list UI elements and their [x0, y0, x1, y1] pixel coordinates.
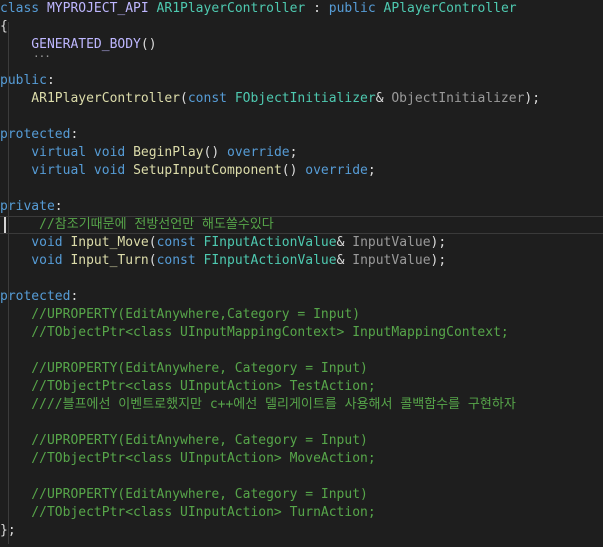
code-line[interactable]: virtual void SetupInputComponent() overr…	[0, 162, 603, 180]
code-token: Input_Turn	[70, 253, 149, 268]
code-token: );	[430, 235, 447, 250]
code-line[interactable]: //TObjectPtr<class UInputAction> MoveAct…	[0, 450, 603, 468]
code-token: protected	[0, 289, 71, 304]
code-token: (	[148, 235, 157, 250]
code-token: public	[0, 73, 47, 88]
code-token: (	[180, 91, 188, 106]
code-token: //TObjectPtr<class UInputAction> MoveAct…	[0, 451, 376, 466]
code-token: ObjectInitializer	[391, 91, 525, 106]
code-token: virtual void	[0, 145, 134, 160]
code-line[interactable]: ////블프에선 이벤트로했지만 c++에선 델리게이트를 사용해서 콜백함수를…	[0, 396, 603, 414]
code-token: );	[430, 253, 447, 268]
code-line[interactable]: protected:	[0, 288, 603, 306]
code-token: :	[70, 289, 79, 304]
code-token: class	[0, 1, 47, 16]
code-token: override	[227, 145, 290, 160]
code-line[interactable]	[0, 180, 603, 198]
code-token: private	[0, 199, 55, 214]
code-line[interactable]: protected:	[0, 126, 603, 144]
code-token: virtual void	[0, 163, 134, 178]
code-token: GENERATED_BODY	[0, 37, 141, 52]
code-line[interactable]	[0, 108, 603, 126]
code-line[interactable]: //UPROPERTY(EditAnywhere,Category = Inpu…	[0, 306, 603, 324]
code-line[interactable]: class MYPROJECT_API AR1PlayerController …	[0, 0, 603, 18]
code-line[interactable]: //참조기때문에 전방선언만 해도쓸수있다	[0, 216, 603, 234]
code-token: );	[524, 91, 541, 106]
code-token: ////블프에선 이벤트로했지만 c++에선 델리게이트를 사용해서 콜백함수를…	[0, 397, 516, 412]
code-token: //UPROPERTY(EditAnywhere, Category = Inp…	[0, 433, 368, 448]
collapsed-code-marker[interactable]: ...	[33, 47, 51, 60]
code-line[interactable]: virtual void BeginPlay() override;	[0, 144, 603, 162]
code-line[interactable]: GENERATED_BODY()	[0, 36, 603, 54]
text-cursor	[4, 217, 6, 233]
code-token: //UPROPERTY(EditAnywhere, Category = Inp…	[0, 361, 368, 376]
code-token: //TObjectPtr<class UInputAction> TestAct…	[0, 379, 376, 394]
code-token: :	[54, 199, 63, 214]
code-token: FInputActionValue	[203, 235, 337, 250]
code-token: InputValue	[352, 235, 431, 250]
code-token: Input_Move	[70, 235, 149, 250]
code-token: ;	[367, 163, 376, 178]
code-token: ()	[203, 145, 227, 160]
code-token: AR1PlayerController	[156, 1, 306, 16]
code-token: :	[70, 127, 79, 142]
code-line[interactable]: private:	[0, 198, 603, 216]
code-token: BeginPlay	[133, 145, 204, 160]
code-line[interactable]: //TObjectPtr<class UInputMappingContext>…	[0, 324, 603, 342]
code-line[interactable]	[0, 270, 603, 288]
code-token: APlayerController	[383, 1, 517, 16]
code-token: //UPROPERTY(EditAnywhere, Category = Inp…	[0, 487, 368, 502]
code-token: {	[0, 19, 8, 34]
code-line[interactable]: //UPROPERTY(EditAnywhere, Category = Inp…	[0, 486, 603, 504]
code-token: MYPROJECT_API	[46, 1, 157, 16]
code-token: ()	[140, 37, 157, 52]
code-line[interactable]	[0, 468, 603, 486]
code-token: &	[336, 253, 353, 268]
code-token: //UPROPERTY(EditAnywhere,Category = Inpu…	[0, 307, 361, 322]
code-line[interactable]: //UPROPERTY(EditAnywhere, Category = Inp…	[0, 360, 603, 378]
code-token: ;	[289, 145, 298, 160]
code-token: const	[156, 253, 204, 268]
code-token: InputValue	[352, 253, 431, 268]
code-token: void	[0, 235, 71, 250]
code-token: (	[148, 253, 157, 268]
code-token: //TObjectPtr<class UInputAction> TurnAct…	[0, 505, 376, 520]
code-token: :	[305, 1, 329, 16]
code-token: };	[0, 523, 16, 538]
code-token: FInputActionValue	[203, 253, 337, 268]
code-token: FObjectInitializer	[234, 91, 376, 106]
code-line[interactable]: public:	[0, 72, 603, 90]
code-token: SetupInputComponent	[133, 163, 282, 178]
code-line[interactable]: //TObjectPtr<class UInputAction> TurnAct…	[0, 504, 603, 522]
code-line[interactable]: void Input_Turn(const FInputActionValue&…	[0, 252, 603, 270]
code-token: const	[187, 91, 235, 106]
code-line[interactable]: };	[0, 522, 603, 540]
code-token: void	[0, 253, 71, 268]
code-token: :	[46, 73, 55, 88]
code-token: protected	[0, 127, 71, 142]
code-token: &	[336, 235, 353, 250]
code-token: public	[328, 1, 384, 16]
code-line[interactable]: {	[0, 18, 603, 36]
code-token: AR1PlayerController	[0, 91, 181, 106]
code-token: ()	[281, 163, 306, 178]
code-token: &	[375, 91, 392, 106]
code-token: //TObjectPtr<class UInputMappingContext>…	[0, 325, 509, 340]
code-line[interactable]	[0, 414, 603, 432]
code-token: //참조기때문에 전방선언만 해도쓸수있다	[0, 217, 274, 232]
code-line[interactable]: void Input_Move(const FInputActionValue&…	[0, 234, 603, 252]
code-line[interactable]	[0, 54, 603, 72]
code-token: const	[156, 235, 204, 250]
code-line[interactable]: AR1PlayerController(const FObjectInitial…	[0, 90, 603, 108]
code-token: override	[305, 163, 368, 178]
code-editor[interactable]: class MYPROJECT_API AR1PlayerController …	[0, 0, 603, 547]
code-line[interactable]: //UPROPERTY(EditAnywhere, Category = Inp…	[0, 432, 603, 450]
code-line[interactable]: //TObjectPtr<class UInputAction> TestAct…	[0, 378, 603, 396]
code-line[interactable]	[0, 342, 603, 360]
